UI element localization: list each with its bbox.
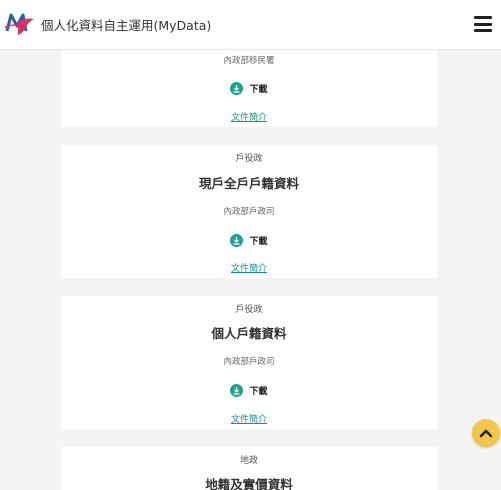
doc-intro-link[interactable]: 文件簡介 <box>61 412 437 425</box>
mydata-logo[interactable] <box>4 9 38 39</box>
download-button[interactable]: 下載 <box>61 234 437 247</box>
dataset-card: 地政 地籍及實價資料 <box>61 447 437 490</box>
download-button[interactable]: 下載 <box>61 384 437 397</box>
app-header: 個人化資料自主運用(MyData) <box>0 0 501 50</box>
card-title: 個人戶籍資料 <box>211 326 287 341</box>
dataset-card: 內政部移民署 下載 文件簡介 <box>61 48 437 127</box>
card-agency: 內政部戶政司 <box>223 357 275 367</box>
hamburger-menu-icon[interactable] <box>474 16 492 32</box>
doc-intro-link-text[interactable]: 文件簡介 <box>231 264 267 274</box>
chevron-up-icon <box>479 429 493 438</box>
doc-intro-link[interactable]: 文件簡介 <box>61 110 437 123</box>
download-label: 下載 <box>249 387 268 397</box>
dataset-card: 戶役政 現戶全戶戶籍資料 內政部戶政司 下載 文件簡介 <box>61 145 437 278</box>
card-category: 地政 <box>239 456 258 466</box>
doc-intro-link-text[interactable]: 文件簡介 <box>231 415 267 425</box>
download-label: 下載 <box>249 85 268 95</box>
download-button[interactable]: 下載 <box>61 82 437 95</box>
dataset-card: 戶役政 個人戶籍資料 內政部戶政司 下載 文件簡介 <box>61 296 437 429</box>
scroll-to-top-button[interactable] <box>472 419 500 447</box>
download-icon <box>230 234 244 247</box>
download-label: 下載 <box>249 237 268 247</box>
download-icon <box>230 384 244 397</box>
doc-intro-link[interactable]: 文件簡介 <box>61 261 437 274</box>
card-title: 現戶全戶戶籍資料 <box>198 176 299 191</box>
app-title[interactable]: 個人化資料自主運用(MyData) <box>41 15 211 34</box>
card-title: 地籍及實價資料 <box>205 477 293 490</box>
card-category: 戶役政 <box>235 305 263 315</box>
download-icon <box>230 82 244 95</box>
card-agency: 內政部移民署 <box>223 56 275 66</box>
card-agency: 內政部戶政司 <box>223 207 275 217</box>
card-category: 戶役政 <box>235 154 263 164</box>
doc-intro-link-text[interactable]: 文件簡介 <box>231 113 267 123</box>
